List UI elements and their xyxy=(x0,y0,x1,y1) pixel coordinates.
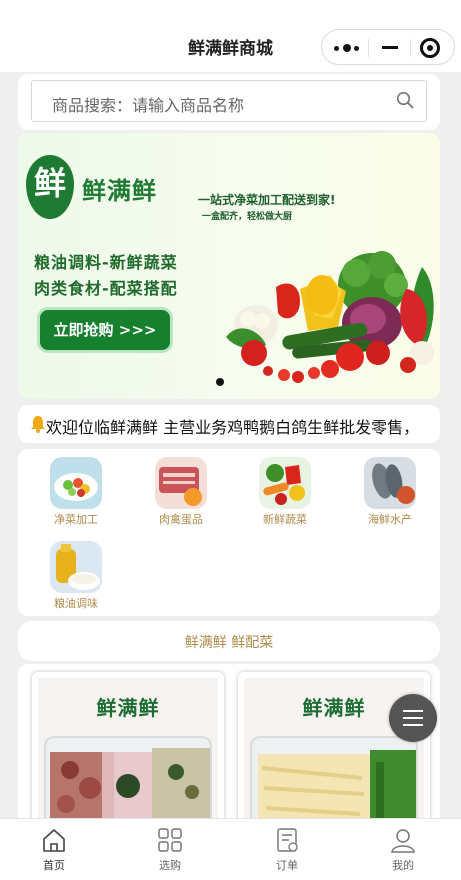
banner-category-line: 肉类食材-配菜搭配 xyxy=(34,279,178,298)
banner-category-line: 粮油调料-新鲜蔬菜 xyxy=(34,253,178,272)
category-item[interactable]: 净菜加工 xyxy=(41,457,111,527)
product-card[interactable]: 鲜满鲜 xyxy=(238,672,430,824)
tab-orders[interactable]: 订单 xyxy=(247,827,327,873)
minimize-icon[interactable] xyxy=(382,46,398,49)
product-brand: 鲜满鲜 xyxy=(96,696,160,720)
tab-home[interactable]: 首页 xyxy=(14,827,94,873)
capsule-divider xyxy=(410,39,411,57)
nav-bar: 鲜满鲜商城 xyxy=(0,0,461,72)
banner-subslogan: 一盒配齐，轻松做大厨 xyxy=(202,212,293,222)
meat-icon xyxy=(155,457,207,509)
brand-logo-glyph: 鲜 xyxy=(33,164,66,202)
seafood-icon xyxy=(364,457,416,509)
promo-banner[interactable]: 鲜 鲜满鲜 一站式净菜加工配送到家! 一盒配齐，轻松做大厨 粮油调料-新鲜蔬菜 … xyxy=(18,133,440,399)
banner-slogan: 一站式净菜加工配送到家! xyxy=(198,193,336,207)
oil-rice-icon xyxy=(50,541,102,593)
search-input[interactable]: 商品搜索：请输入商品名称 xyxy=(31,80,427,122)
category-item[interactable]: 粮油调味 xyxy=(41,541,111,611)
category-label: 海鲜水产 xyxy=(368,513,412,526)
notice-bar: 欢迎位临鲜满鲜 主营业务鸡鸭鹅白鸽生鲜批发零售， xyxy=(18,405,440,443)
tab-shop[interactable]: 选购 xyxy=(130,827,210,873)
capsule-divider xyxy=(368,39,369,57)
product-card[interactable]: 鲜满鲜 xyxy=(32,672,224,824)
search-icon[interactable] xyxy=(396,91,414,109)
prepped-veg-icon xyxy=(50,457,102,509)
search-placeholder: 商品搜索：请输入商品名称 xyxy=(52,96,245,115)
vegetables-illustration xyxy=(226,251,434,383)
floating-menu-button[interactable] xyxy=(389,694,437,742)
category-item[interactable]: 肉禽蛋品 xyxy=(146,457,216,527)
product-tray xyxy=(44,736,212,824)
tab-label: 我的 xyxy=(392,859,414,872)
product-list: 鲜满鲜 鲜满鲜 xyxy=(18,664,440,824)
tab-bar: 首页 选购 订单 我的 xyxy=(0,818,461,880)
more-icon[interactable] xyxy=(334,44,360,52)
product-tray xyxy=(250,736,418,824)
mini-program-capsule xyxy=(321,29,455,65)
banner-brand: 鲜满鲜 xyxy=(82,177,157,205)
section-header: 鲜满鲜 鲜配菜 xyxy=(18,621,440,661)
category-label: 净菜加工 xyxy=(54,513,98,526)
category-item[interactable]: 海鲜水产 xyxy=(355,457,425,527)
close-icon[interactable] xyxy=(420,38,440,58)
category-item[interactable]: 新鲜蔬菜 xyxy=(250,457,320,527)
bell-icon xyxy=(31,416,45,433)
category-label: 肉禽蛋品 xyxy=(159,513,203,526)
buy-now-button[interactable]: 立即抢购 >>> xyxy=(40,310,170,350)
category-grid: 净菜加工 肉禽蛋品 新鲜蔬菜 海鲜水产 粮油调味 xyxy=(18,449,440,616)
search-card: 商品搜索：请输入商品名称 xyxy=(18,74,440,130)
carousel-indicator[interactable] xyxy=(216,378,224,386)
tab-label: 选购 xyxy=(159,859,181,872)
category-label: 粮油调味 xyxy=(54,597,98,610)
home-icon xyxy=(43,829,65,852)
user-icon xyxy=(391,829,415,853)
tab-label: 首页 xyxy=(43,859,65,872)
category-label: 新鲜蔬菜 xyxy=(263,513,307,526)
notice-text: 欢迎位临鲜满鲜 主营业务鸡鸭鹅白鸽生鲜批发零售， xyxy=(46,418,420,437)
grid-icon xyxy=(158,828,182,852)
vegetables-icon xyxy=(259,457,311,509)
tab-label: 订单 xyxy=(276,859,298,872)
order-icon xyxy=(277,828,298,852)
tab-profile[interactable]: 我的 xyxy=(363,827,443,873)
product-image: 鲜满鲜 xyxy=(38,678,218,824)
section-title: 鲜满鲜 鲜配菜 xyxy=(184,635,274,651)
